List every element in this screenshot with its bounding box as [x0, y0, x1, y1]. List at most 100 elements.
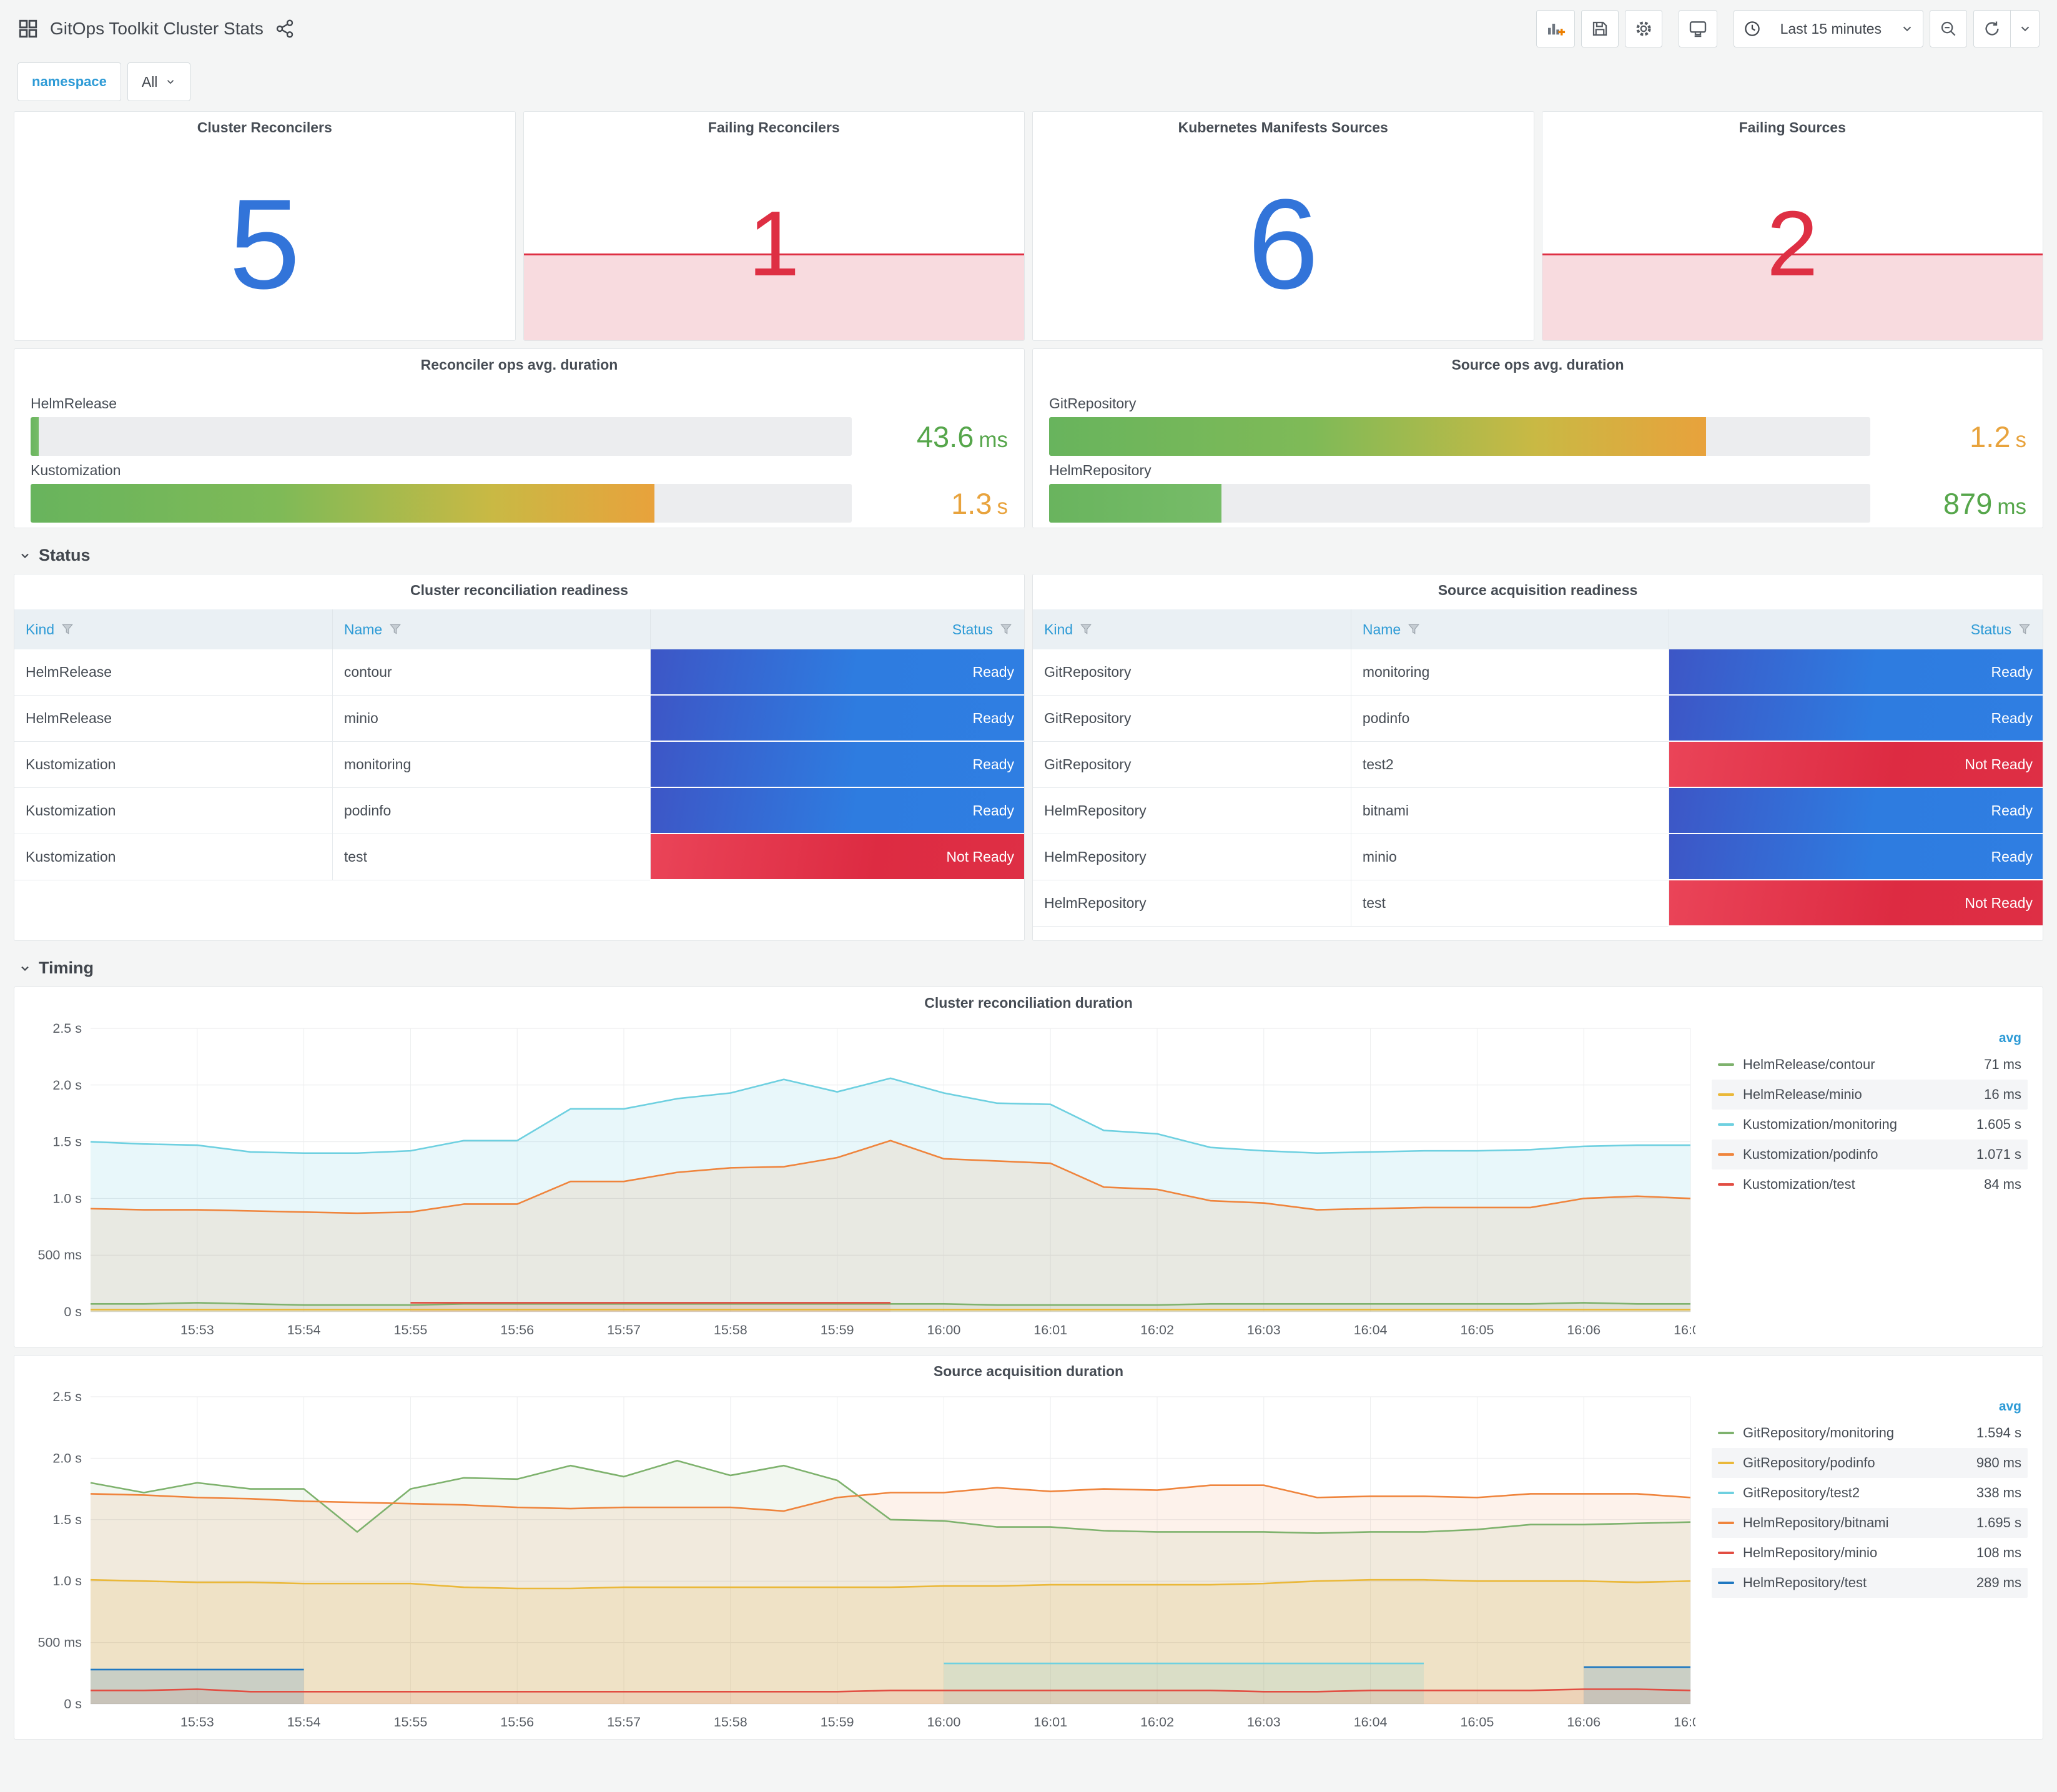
column-header-name[interactable]: Name: [1351, 609, 1670, 649]
legend-series-label[interactable]: HelmRelease/contour: [1743, 1056, 1975, 1073]
column-header-status[interactable]: Status: [1669, 609, 2043, 649]
refresh-button-group: [1973, 10, 2040, 47]
time-series-plot: 0 s 500 ms 1.0 s 1.5 s 2.0 s 2.5 s 15:53 15:54 1…: [23, 1018, 1695, 1341]
stat-panel: Failing Reconcilers 1: [523, 111, 1025, 341]
filter-icon[interactable]: [61, 623, 74, 636]
axis-tick-label: 15:57: [607, 1715, 641, 1730]
legend-series-swatch: [1718, 1432, 1734, 1434]
filter-icon[interactable]: [1079, 623, 1093, 636]
time-series-svg[interactable]: 0 s 500 ms 1.0 s 1.5 s 2.0 s 2.5 s 15:53 15:54 1…: [23, 1387, 1695, 1733]
panel-title[interactable]: Cluster Reconcilers: [14, 119, 515, 136]
chevron-down-icon: [19, 962, 31, 975]
table-row: GitRepository test2 Not Ready: [1033, 741, 2043, 788]
filter-icon[interactable]: [388, 623, 402, 636]
series-fill: [91, 1669, 304, 1704]
legend-series-label[interactable]: Kustomization/podinfo: [1743, 1146, 1968, 1163]
section-status[interactable]: Status: [14, 536, 2043, 574]
panel-title[interactable]: Source acquisition readiness: [1033, 582, 2043, 599]
column-header-kind[interactable]: Kind: [14, 609, 333, 649]
panel-title[interactable]: Reconciler ops avg. duration: [14, 357, 1024, 373]
filter-icon[interactable]: [999, 623, 1013, 636]
chart-legend: avg HelmRelease/contour 71 ms HelmRelease/m…: [1712, 1027, 2028, 1199]
legend-row: HelmRelease/contour 71 ms: [1712, 1050, 2028, 1080]
gauge-value-number: 1.3: [951, 486, 992, 520]
series-fill: [91, 1485, 1690, 1704]
legend-series-label[interactable]: GitRepository/test2: [1743, 1485, 1968, 1501]
cell-kind: Kustomization: [14, 834, 333, 880]
cell-kind: HelmRepository: [1033, 834, 1351, 880]
legend-series-label[interactable]: HelmRepository/bitnami: [1743, 1515, 1968, 1531]
axis-tick-label: 16:02: [1140, 1715, 1174, 1730]
dashboard-grid-icon[interactable]: [17, 18, 39, 39]
panel-title[interactable]: Cluster reconciliation duration: [14, 995, 2043, 1012]
axis-tick-label: 16:06: [1567, 1715, 1601, 1730]
column-header-name[interactable]: Name: [332, 609, 651, 649]
column-header-status[interactable]: Status: [650, 609, 1024, 649]
axis-tick-label: 15:54: [287, 1322, 321, 1337]
table-row: HelmRepository bitnami Ready: [1033, 787, 2043, 834]
legend-row: GitRepository/podinfo 980 ms: [1712, 1448, 2028, 1478]
legend-series-swatch: [1718, 1093, 1734, 1096]
legend-series-avg: 289 ms: [1976, 1575, 2021, 1590]
save-dashboard-button[interactable]: [1581, 10, 1619, 47]
panel-title[interactable]: Kubernetes Manifests Sources: [1033, 119, 1534, 136]
time-series-plot: 0 s 500 ms 1.0 s 1.5 s 2.0 s 2.5 s 15:53 15:54 1…: [23, 1387, 1695, 1733]
axis-tick-label: 16:05: [1460, 1715, 1494, 1730]
zoom-out-button[interactable]: [1930, 10, 1967, 47]
cell-name: bitnami: [1351, 787, 1670, 834]
legend-series-avg: 84 ms: [1984, 1176, 2021, 1192]
stat-value: 1: [748, 192, 800, 296]
dashboard-settings-button[interactable]: [1624, 10, 1662, 47]
gauge-track: [1049, 417, 1870, 456]
status-badge: Not Ready: [1669, 742, 2043, 787]
panel-title[interactable]: Failing Reconcilers: [524, 119, 1025, 136]
legend-series-label[interactable]: HelmRepository/test: [1743, 1575, 1968, 1591]
axis-tick-label: 15:57: [607, 1322, 641, 1337]
status-badge: Ready: [651, 649, 1024, 694]
refresh-interval-dropdown[interactable]: [2011, 10, 2040, 47]
legend-series-label[interactable]: Kustomization/monitoring: [1743, 1116, 1968, 1133]
section-timing[interactable]: Timing: [14, 948, 2043, 987]
share-icon[interactable]: [275, 19, 295, 39]
refresh-button[interactable]: [1973, 10, 2011, 47]
grafana-dashboard: GitOps Toolkit Cluster Stats Last 15 min…: [0, 0, 2057, 1792]
legend-series-label[interactable]: GitRepository/podinfo: [1743, 1455, 1968, 1471]
gauge-value-number: 1.2: [1970, 420, 2011, 453]
legend-series-swatch: [1718, 1063, 1734, 1066]
axis-tick-label: 16:03: [1247, 1322, 1281, 1337]
axis-tick-label: 16:05: [1460, 1322, 1494, 1337]
legend-series-label[interactable]: GitRepository/monitoring: [1743, 1425, 1968, 1441]
cycle-view-button[interactable]: [1678, 10, 1717, 47]
time-series-svg[interactable]: 0 s 500 ms 1.0 s 1.5 s 2.0 s 2.5 s 15:53 15:54 1…: [23, 1018, 1695, 1341]
gauge-row: Kustomization 1.3 s: [31, 462, 1008, 523]
add-panel-button[interactable]: [1536, 10, 1575, 47]
filter-icon[interactable]: [1407, 623, 1421, 636]
column-header-kind[interactable]: Kind: [1033, 609, 1351, 649]
column-header-label: Name: [343, 621, 383, 638]
table-row: HelmRepository minio Ready: [1033, 834, 2043, 880]
time-picker-button[interactable]: Last 15 minutes: [1733, 10, 1923, 47]
panel-title[interactable]: Failing Sources: [1542, 119, 2043, 136]
panel-title[interactable]: Cluster reconciliation readiness: [14, 582, 1024, 599]
axis-tick-label: 16:03: [1247, 1715, 1281, 1730]
filter-icon[interactable]: [2018, 623, 2031, 636]
panel-title[interactable]: Source ops avg. duration: [1033, 357, 2043, 373]
legend-series-label[interactable]: HelmRelease/minio: [1743, 1086, 1975, 1103]
variable-value-dropdown[interactable]: All: [127, 62, 191, 101]
cell-status: Ready: [1669, 834, 2043, 880]
legend-series-label[interactable]: HelmRepository/minio: [1743, 1545, 1968, 1561]
zoom-out-icon: [1939, 19, 1958, 38]
gauge-fill: [31, 484, 655, 523]
axis-tick-label: 1.5 s: [52, 1512, 82, 1527]
gauges-row: Reconciler ops avg. duration HelmRelease 4…: [14, 348, 2043, 528]
panel-title[interactable]: Source acquisition duration: [14, 1363, 2043, 1380]
axis-tick-label: 16:07: [1674, 1322, 1695, 1337]
cell-kind: HelmRelease: [14, 695, 333, 742]
axis-tick-label: 16:02: [1140, 1322, 1174, 1337]
status-badge: Not Ready: [651, 834, 1024, 879]
column-header-inner: Name: [344, 621, 639, 638]
bar-gauge-panel: Source ops avg. duration GitRepository 1.2…: [1032, 348, 2043, 528]
cell-name: podinfo: [1351, 695, 1670, 742]
column-header-inner: Kind: [26, 621, 321, 638]
legend-series-label[interactable]: Kustomization/test: [1743, 1176, 1975, 1193]
